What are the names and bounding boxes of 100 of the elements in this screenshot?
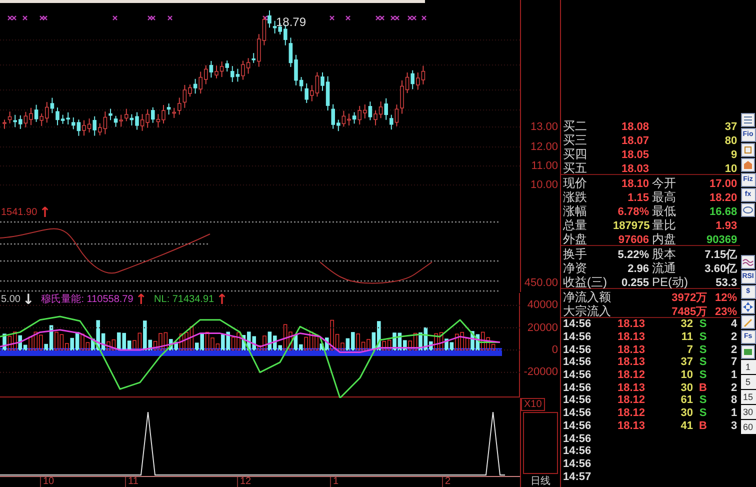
- indicator-reading: NL: 71434.91: [154, 294, 214, 306]
- indicator-reading: 5.00: [1, 294, 20, 306]
- trade-time: 14:56: [563, 394, 592, 406]
- image-icon[interactable]: [741, 345, 756, 359]
- trend-arrow: ↑: [39, 207, 51, 219]
- indicator-reading: 穆氏量能: 110558.79: [41, 294, 134, 306]
- peak-price-label: 18.79: [276, 15, 306, 29]
- quote-label: 涨跌: [563, 189, 588, 205]
- quote-label: 外盘: [563, 231, 588, 248]
- move-icon[interactable]: [741, 300, 756, 314]
- date-axis-label: 2: [442, 477, 451, 487]
- date-axis-label: 1: [330, 477, 339, 487]
- period-button[interactable]: 5: [740, 375, 756, 389]
- trade-side: S: [698, 331, 708, 344]
- trade-side: S: [698, 318, 708, 330]
- wave-icon[interactable]: [741, 255, 756, 269]
- stat-label: 换手: [563, 246, 588, 262]
- quote-value: 97606: [617, 234, 649, 246]
- stat-label: PE(动): [651, 274, 689, 291]
- trade-count: 1: [730, 407, 738, 420]
- bid-price: 18.05: [620, 148, 649, 160]
- indicator-reading: 1541.90: [1, 207, 38, 219]
- quote-value: 17.00: [708, 178, 738, 190]
- trade-volume: 61: [680, 394, 693, 406]
- quote-value: 1.93: [714, 220, 738, 232]
- trade-volume: 30: [680, 407, 693, 420]
- date-axis-label: 11: [125, 477, 138, 487]
- trade-time: 14:56: [563, 382, 592, 394]
- trade-time: 14:56: [563, 407, 592, 420]
- trade-price: 18.12: [616, 407, 645, 420]
- trade-time: 14:56: [563, 331, 592, 344]
- stat-label: 净资: [563, 260, 588, 276]
- bid-label: 买二: [563, 118, 588, 134]
- quote-label: 内盘: [651, 231, 677, 248]
- house-icon[interactable]: [741, 158, 756, 172]
- axis-tick-label: 13.00: [530, 120, 558, 134]
- bid-label: 买三: [563, 132, 588, 148]
- period-button[interactable]: 1: [740, 360, 756, 374]
- trade-count: 7: [730, 356, 738, 368]
- date-axis-label: 12: [237, 477, 252, 487]
- quote-label: 总量: [563, 217, 588, 234]
- pencil-icon[interactable]: [741, 315, 756, 329]
- stat-label: 股本: [651, 246, 677, 262]
- trade-time: 14:56: [563, 344, 592, 356]
- trade-price: 18.12: [616, 369, 645, 382]
- bid-volume: 10: [724, 162, 738, 174]
- axis-tick-label: 40000: [527, 298, 558, 312]
- trade-count: 2: [730, 344, 738, 356]
- axis-tick-label: 10.00: [530, 178, 558, 192]
- bid-label: 买五: [563, 160, 588, 177]
- quote-label: 今开: [651, 175, 677, 190]
- trade-count: 2: [730, 331, 738, 344]
- stat-label: 流通: [651, 260, 677, 276]
- period-button[interactable]: 15: [740, 390, 756, 404]
- quote-label: 最低: [651, 203, 677, 219]
- trade-count: 8: [730, 394, 738, 406]
- quote-value: 18.20: [708, 192, 738, 204]
- axis-tick-label: -20000: [524, 365, 558, 380]
- stat-value: 3.60亿: [704, 262, 738, 276]
- trade-price: 18.13: [616, 356, 645, 368]
- trade-time: 14:56: [563, 445, 592, 458]
- stat-value: 5.22%: [616, 248, 649, 260]
- trade-side: S: [698, 407, 708, 420]
- trend-arrow: ↑: [135, 294, 148, 306]
- trade-side: S: [698, 344, 708, 356]
- empty-frame: [523, 412, 558, 474]
- period-button[interactable]: 30: [740, 405, 756, 419]
- trade-price: 18.13: [616, 344, 645, 356]
- axis-tick-label: 450.00: [524, 276, 558, 290]
- flow-amount: 3972万: [670, 291, 708, 305]
- stat-value: 0.255: [620, 276, 649, 288]
- axis-tick-label: 12.00: [530, 140, 558, 154]
- bid-label: 买四: [563, 146, 588, 162]
- square-icon[interactable]: [741, 143, 756, 157]
- trade-time: 14:56: [563, 369, 592, 382]
- trade-time: 14:56: [563, 318, 592, 330]
- trade-time: 14:57: [563, 470, 592, 483]
- flow-percent: 23%: [714, 306, 738, 318]
- quote-value: 16.68: [708, 206, 738, 218]
- flow-percent: 12%: [714, 292, 738, 304]
- trade-volume: 30: [680, 382, 693, 394]
- period-button[interactable]: 60: [740, 420, 756, 434]
- date-axis-label: 10: [40, 477, 54, 487]
- bid-price: 18.07: [620, 134, 649, 146]
- flow-label: 净流入额: [563, 289, 612, 304]
- scale-label: X10: [521, 398, 545, 411]
- trade-side: S: [698, 356, 708, 368]
- quote-label: 涨幅: [563, 203, 588, 219]
- trade-volume: 10: [680, 369, 693, 382]
- trade-count: 3: [730, 420, 738, 432]
- quote-value: 90369: [705, 234, 738, 246]
- quote-label: 最高: [651, 189, 677, 206]
- trade-volume: 11: [680, 331, 693, 344]
- quote-value: 187975: [613, 220, 649, 232]
- quote-value: 1.15: [626, 192, 649, 204]
- trade-time: 14:56: [563, 458, 592, 470]
- stat-value: 2.96: [626, 262, 649, 274]
- stat-value: 53.3: [714, 276, 738, 288]
- flow-label: 大宗流入: [563, 303, 612, 319]
- trade-price: 18.13: [616, 420, 645, 432]
